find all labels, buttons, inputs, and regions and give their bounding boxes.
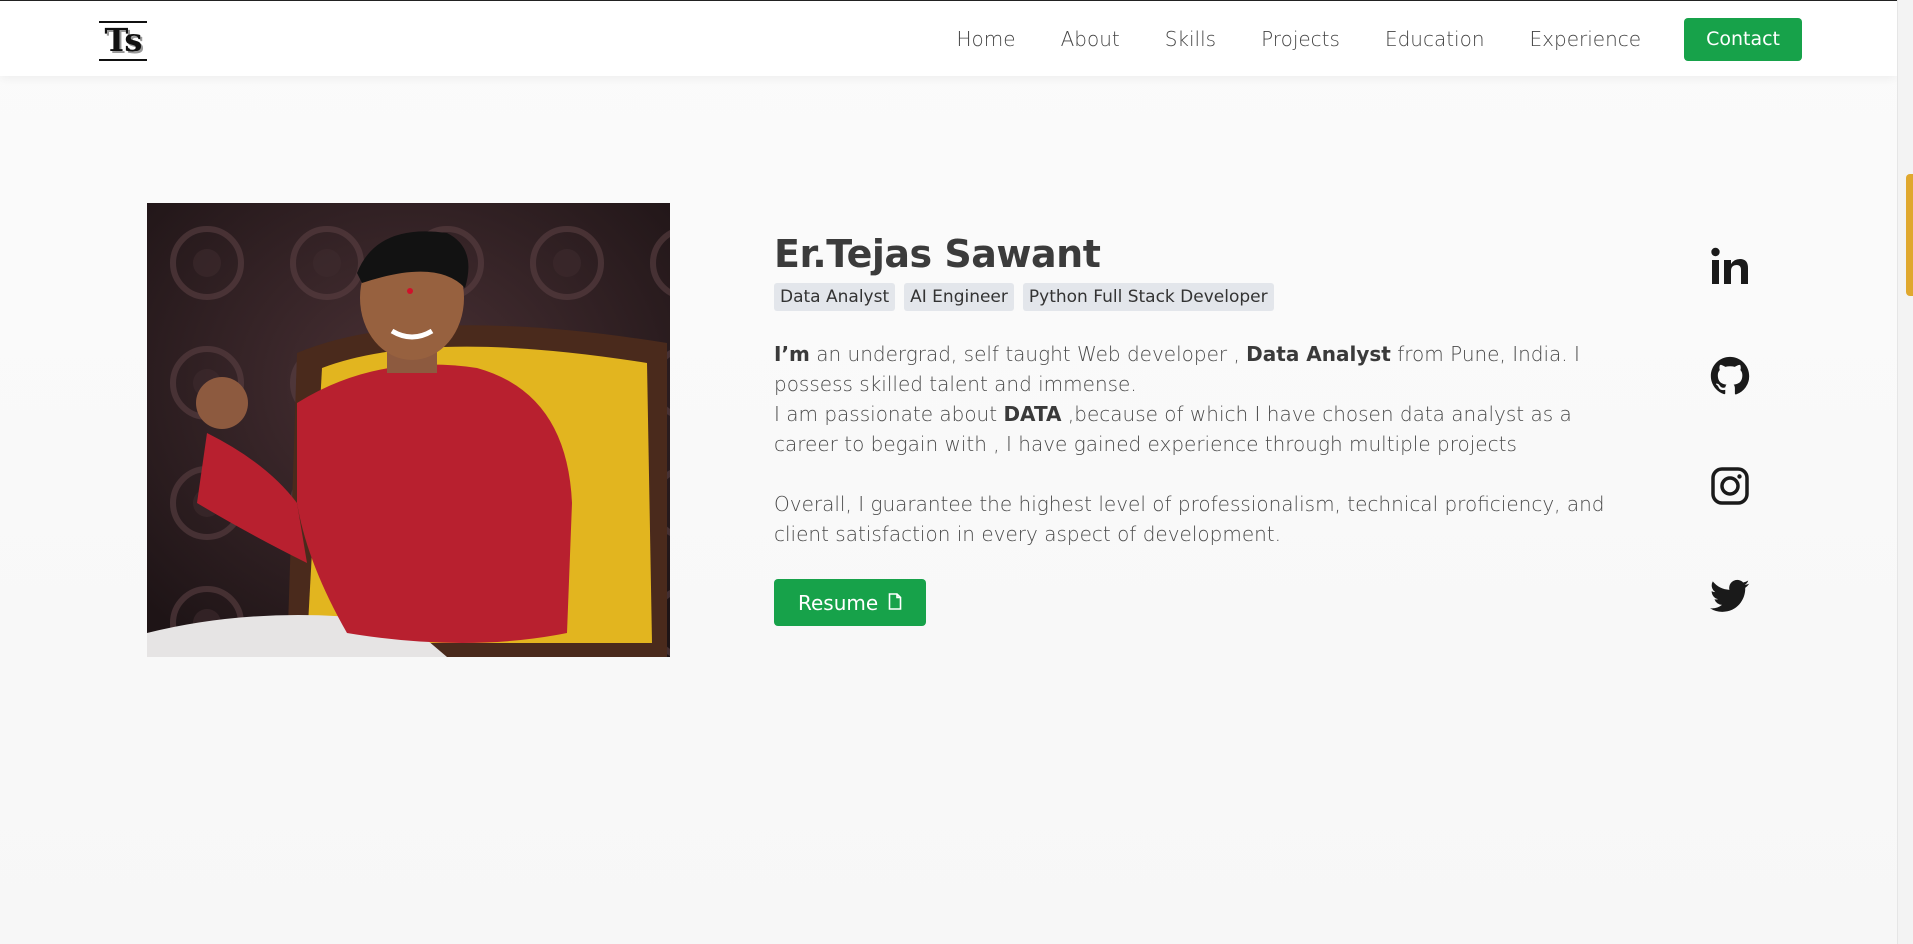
scrollbar-thumb[interactable] [1906, 174, 1913, 296]
page: Ts Home About Skills Projects Education … [0, 0, 1913, 944]
role-tag: AI Engineer [904, 283, 1014, 311]
bio-bold-text: I’m [774, 342, 810, 366]
bio-text: Overall, I guarantee the highest level o… [774, 492, 1605, 546]
instagram-icon[interactable] [1710, 466, 1750, 506]
nav-link-experience[interactable]: Experience [1530, 27, 1642, 51]
bio-paragraph: I am passionate about DATA ,because of w… [774, 399, 1614, 459]
scrollbar[interactable] [1897, 0, 1913, 944]
bio-bold-text: DATA [1003, 402, 1062, 426]
twitter-icon[interactable] [1710, 576, 1750, 616]
resume-label: Resume [798, 590, 879, 615]
role-tag: Data Analyst [774, 283, 896, 311]
bio-paragraph: I’m an undergrad, self taught Web develo… [774, 339, 1614, 399]
linkedin-icon[interactable] [1710, 246, 1750, 286]
nav-links: Home About Skills Projects Education Exp… [957, 1, 1897, 77]
navbar: Ts Home About Skills Projects Education … [0, 0, 1897, 76]
nav-link-home[interactable]: Home [957, 27, 1016, 51]
contact-button[interactable]: Contact [1684, 17, 1802, 61]
nav-link-education[interactable]: Education [1385, 27, 1485, 51]
github-icon[interactable] [1710, 356, 1750, 396]
bio-bold-text: Data Analyst [1246, 342, 1391, 366]
bio-text: an undergrad, self taught Web developer … [809, 342, 1247, 366]
role-tag: Python Full Stack Developer [1022, 283, 1274, 311]
profile-photo [147, 203, 670, 657]
role-tags: Data Analyst AI Engineer Python Full Sta… [774, 283, 1614, 311]
bio-text: I am passionate about [774, 402, 1004, 426]
social-links [1710, 246, 1750, 686]
nav-link-projects[interactable]: Projects [1261, 27, 1340, 51]
site-logo[interactable]: Ts [99, 21, 147, 61]
file-icon [888, 591, 902, 615]
nav-link-about[interactable]: About [1061, 27, 1120, 51]
resume-button[interactable]: Resume [774, 579, 927, 626]
bio: I’m an undergrad, self taught Web develo… [774, 339, 1614, 549]
hero-intro: Er.Tejas Sawant Data Analyst AI Engineer… [774, 228, 1614, 626]
nav-link-skills[interactable]: Skills [1165, 27, 1216, 51]
bio-paragraph: Overall, I guarantee the highest level o… [774, 489, 1614, 549]
hero-name: Er.Tejas Sawant [774, 232, 1101, 276]
